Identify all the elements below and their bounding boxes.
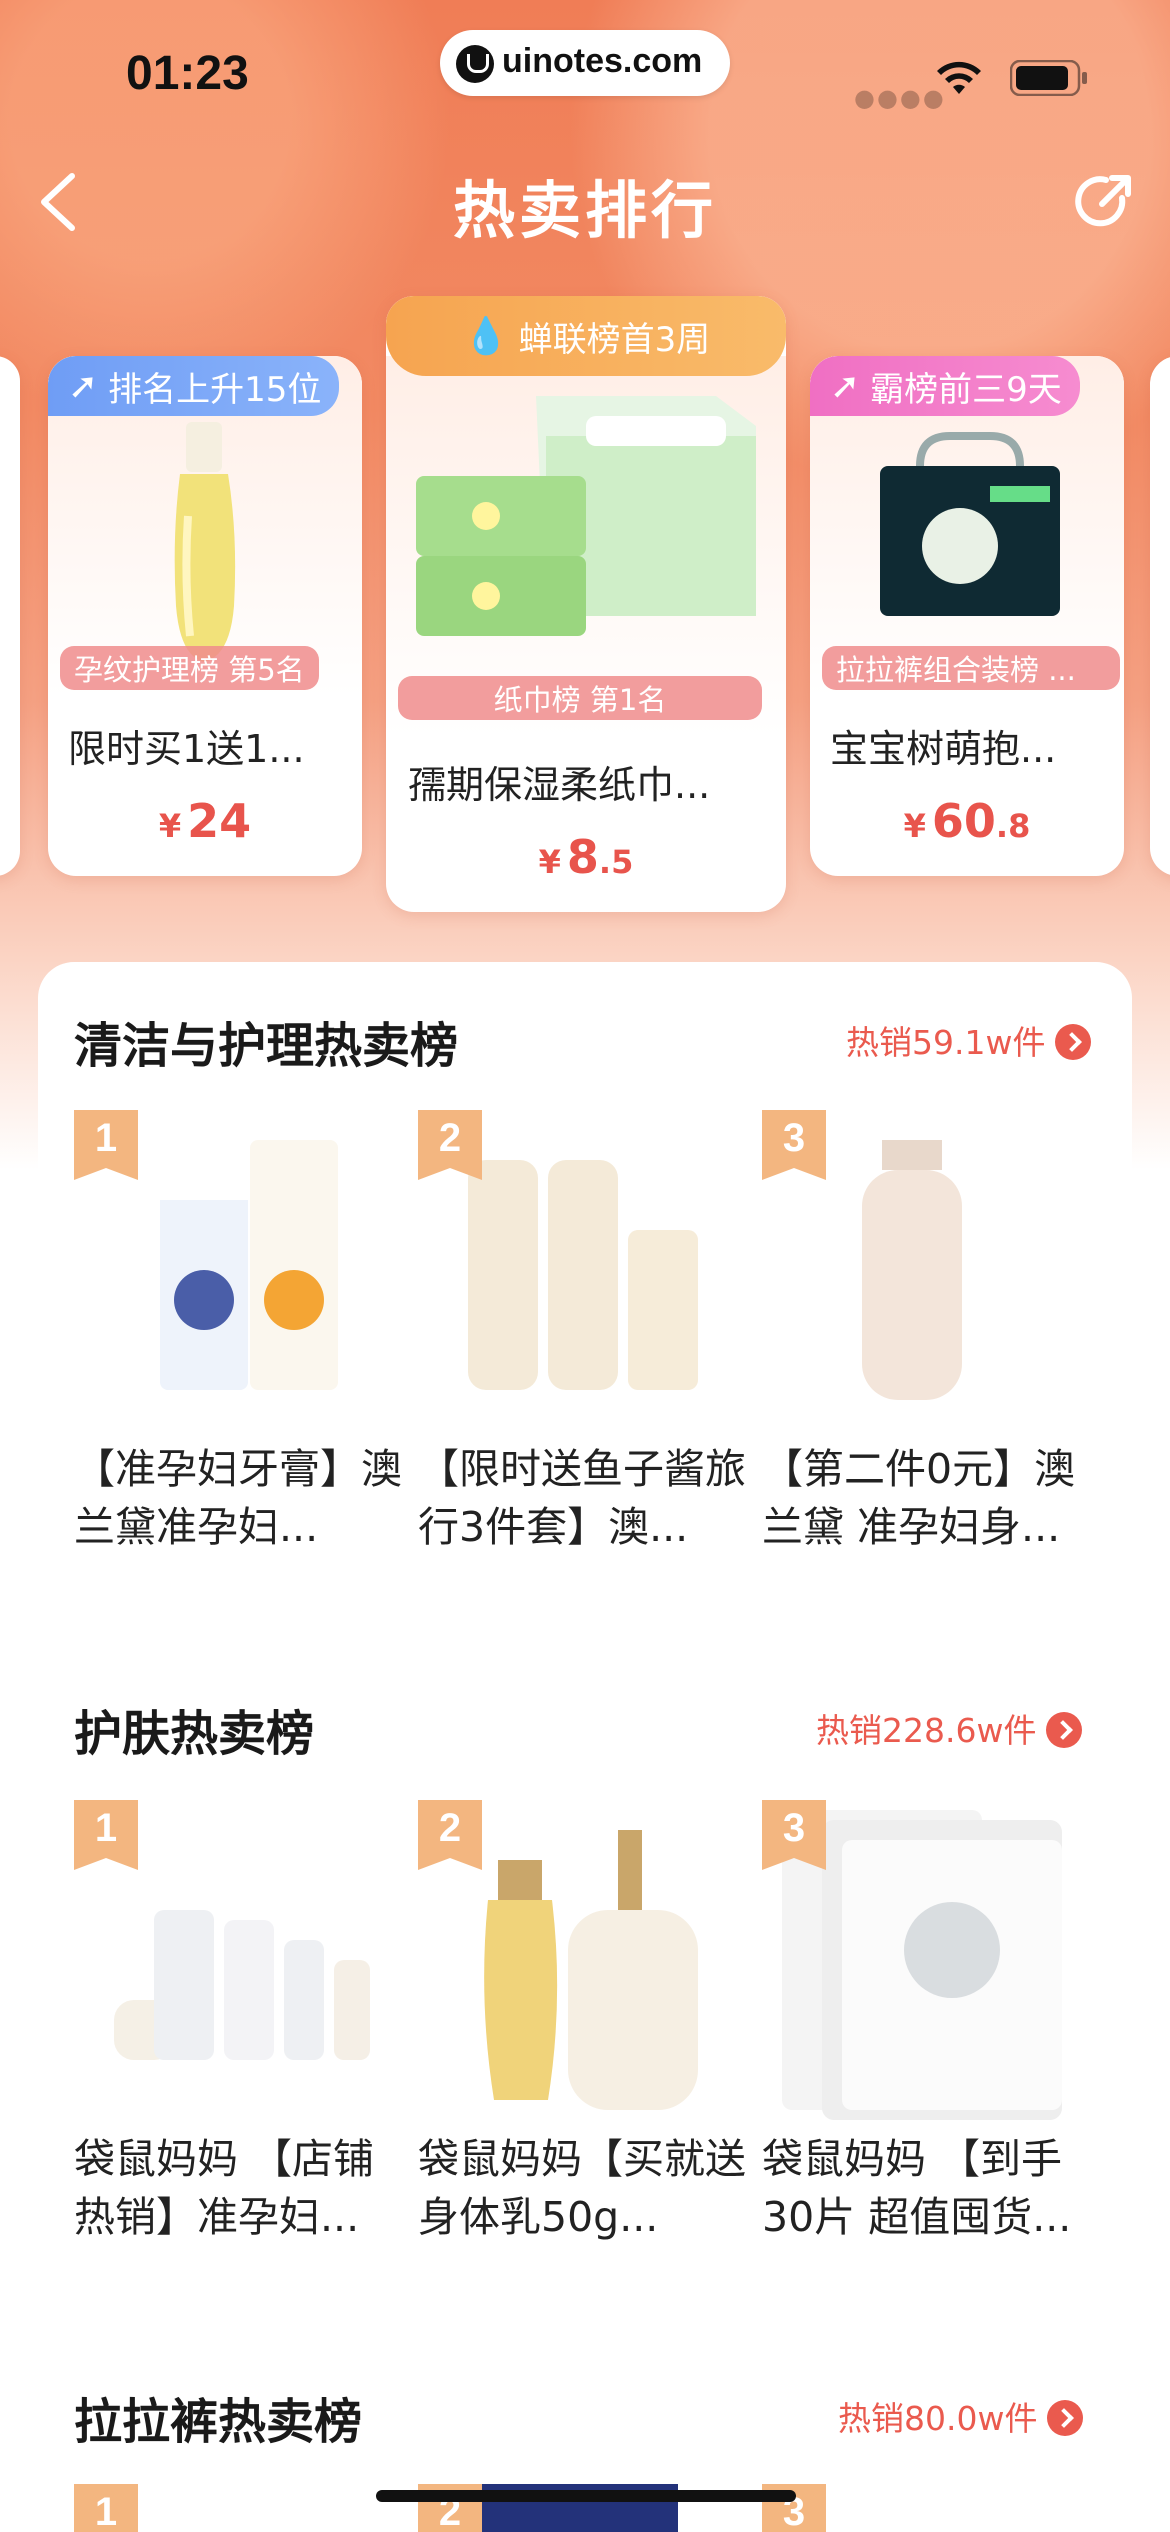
rank-flag: 2 (418, 1110, 482, 1188)
rank-flag: 1 (74, 1110, 138, 1188)
rank-flag: 3 (762, 1110, 826, 1188)
wifi-icon (937, 61, 981, 94)
share-icon[interactable] (1070, 168, 1138, 236)
product-price: ¥24 (158, 794, 252, 848)
category-rank-label: 纸巾榜 第1名 (398, 676, 762, 720)
category-rank-label: 孕纹护理榜 第5名 (60, 646, 319, 690)
rank-up-arrow-icon: ➚ (830, 365, 861, 407)
fire-icon: 💧 (463, 316, 509, 357)
trend-badge: 💧 蝉联榜首3周 (386, 296, 786, 376)
rank-flag: 2 (418, 1800, 482, 1878)
trend-badge: ➚ 排名上升15位 (48, 356, 340, 416)
product-name: 限时买1送1... (68, 727, 305, 771)
section-sales-link[interactable]: 热销228.6w件 (816, 1704, 1083, 1752)
section-sales-link[interactable]: 热销80.0w件 (838, 2392, 1084, 2440)
product-title: 袋鼠妈妈【买就送身体乳50g... (418, 2135, 746, 2241)
product-price: ¥60.8 (903, 794, 1031, 848)
carousel-card-peek-left[interactable] (0, 356, 20, 876)
category-rank-label: 拉拉裤组合装榜 ... (822, 646, 1120, 690)
section-title: 护肤热卖榜 (74, 1706, 315, 1762)
chevron-right-icon (1055, 1024, 1092, 1060)
ranked-product[interactable]: 1 (74, 2484, 404, 2532)
rank-flag: 1 (74, 1800, 138, 1878)
product-title: 【限时送鱼子酱旅行3件套】澳... (418, 1445, 746, 1551)
url-pill: uinotes.com (440, 30, 730, 96)
product-price: ¥8.5 (538, 830, 634, 884)
page-title: 热卖排行 (452, 174, 717, 247)
carousel-card[interactable]: ➚ 霸榜前三9天 拉拉裤组合装榜 ... 宝宝树萌抱... ¥60.8 (810, 356, 1124, 876)
product-title: 【第二件0元】澳兰黛 准孕妇身... (762, 1445, 1076, 1551)
section-title: 拉拉裤热卖榜 (74, 2394, 363, 2450)
product-title: 袋鼠妈妈 【到手30片 超值囤货... (762, 2135, 1072, 2241)
carousel-card-peek-right[interactable] (1150, 356, 1170, 876)
ranked-product[interactable]: 3 (762, 2484, 1092, 2532)
site-logo-icon (456, 45, 494, 83)
cellular-signal-icon: ●●●● (854, 84, 946, 112)
product-title: 袋鼠妈妈 【店铺热销】准孕妇... (74, 2135, 375, 2241)
trend-badge: ➚ 霸榜前三9天 (810, 356, 1080, 416)
product-name: 宝宝树萌抱... (830, 727, 1057, 771)
chevron-right-icon (1046, 1712, 1083, 1748)
rank-flag: 1 (74, 2484, 138, 2532)
status-time: 01:23 (126, 47, 249, 100)
product-title: 【准孕妇牙膏】澳兰黛准孕妇... (74, 1445, 402, 1551)
carousel-card[interactable]: ➚ 排名上升15位 孕纹护理榜 第5名 限时买1送1... ¥24 (48, 356, 362, 876)
section-sales-link[interactable]: 热销59.1w件 (846, 1016, 1092, 1064)
rank-flag: 3 (762, 1800, 826, 1878)
section-title: 清洁与护理热卖榜 (74, 1018, 459, 1074)
chevron-right-icon (1047, 2400, 1084, 2436)
carousel-card-featured[interactable]: 💧 蝉联榜首3周 纸巾榜 第1名 孺期保湿柔纸巾... ¥8.5 (386, 296, 786, 912)
battery-icon (1010, 60, 1087, 96)
rank-up-arrow-icon: ➚ (68, 365, 99, 407)
home-indicator[interactable] (376, 2490, 796, 2502)
product-name: 孺期保湿柔纸巾... (408, 763, 711, 807)
url-text: uinotes.com (502, 42, 703, 80)
